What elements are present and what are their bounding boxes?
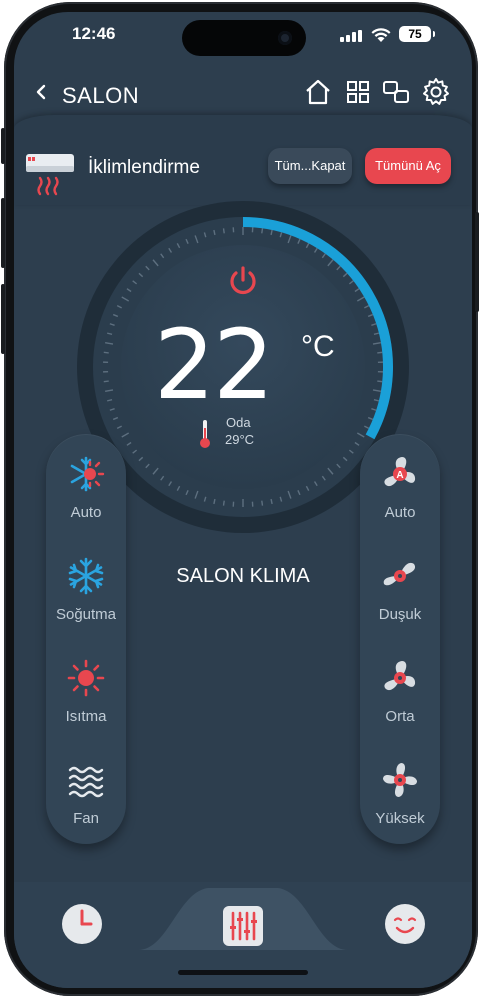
svg-text:A: A [396,470,403,481]
power-icon[interactable] [226,264,260,298]
settings-gear-icon[interactable] [420,76,452,108]
room-label: Oda [226,415,251,430]
mode-fan-button[interactable]: Fan [46,760,126,827]
dial-tick [103,351,109,354]
battery-icon: 75 [399,26,435,42]
back-chevron-icon[interactable] [30,80,54,104]
app-screen: 12:46 75 SALON İklimlendirme Tüm...Kapat… [14,12,472,988]
mode-selector: Auto Soğutma Isıtma Fan [46,434,126,844]
fan-auto-icon: A [384,457,416,487]
scenes-icon[interactable] [380,76,412,108]
wind-waves-icon [68,766,104,798]
status-time: 12:46 [72,24,116,43]
grid-icon[interactable] [342,76,374,108]
mode-heating-label: Isıtma [65,708,107,725]
turn-all-off-button[interactable]: Tüm...Kapat [268,148,352,184]
mode-auto-label: Auto [70,504,102,521]
mode-heating-button[interactable]: Isıtma [46,658,126,725]
dial-tick [222,500,225,506]
mode-cooling-button[interactable]: Soğutma [46,556,126,623]
equalizer-controls-icon[interactable] [221,904,265,948]
fan-high-icon [383,763,417,797]
dial-tick [377,380,383,383]
fan-medium-button[interactable]: Orta [360,658,440,725]
temperature-unit: °C [301,330,335,363]
fan-medium-icon [384,661,416,691]
action-button [1,128,5,164]
app-header: SALON [14,70,472,120]
dial-tick [261,228,264,234]
home-indicator [178,970,308,975]
snowflake-icon [68,557,104,595]
camera-icon [278,31,292,45]
dial-tick [377,351,383,354]
fan-medium-label: Orta [385,708,415,725]
power-side-button [475,212,479,312]
auto-mode-icon [70,456,105,492]
fan-auto-label: Auto [384,504,416,521]
turn-all-on-button[interactable]: Tümünü Aç [365,148,451,184]
wifi-icon [371,28,391,42]
mode-fan-label: Fan [73,810,99,827]
fan-high-button[interactable]: Yüksek [360,760,440,827]
dial-tick [261,500,264,506]
home-icon[interactable] [302,76,334,108]
dial-tick [103,380,109,383]
air-conditioner-icon [26,154,74,196]
volume-down-button [1,284,5,354]
room-temperature: 29°C [225,432,255,447]
timer-clock-icon[interactable] [60,902,104,946]
page-title: SALON [62,83,140,108]
volume-up-button [1,198,5,268]
mode-auto-button[interactable]: Auto [46,454,126,521]
fan-speed-selector: A Auto Duşuk Orta Yüksek [360,434,440,844]
fan-high-label: Yüksek [375,810,425,827]
thermometer-icon [200,420,210,448]
section-title: İklimlendirme [88,157,200,178]
fan-auto-button[interactable]: A Auto [360,454,440,521]
cellular-signal-icon [340,30,362,42]
comfort-smile-icon[interactable] [383,902,427,946]
set-temperature: 22 [154,309,274,421]
sun-icon [67,659,105,697]
fan-low-icon [383,562,416,586]
fan-low-button[interactable]: Duşuk [360,556,440,623]
dynamic-island [182,20,306,56]
dial-tick [222,228,225,234]
mode-cooling-label: Soğutma [55,606,117,623]
fan-low-label: Duşuk [378,606,422,623]
